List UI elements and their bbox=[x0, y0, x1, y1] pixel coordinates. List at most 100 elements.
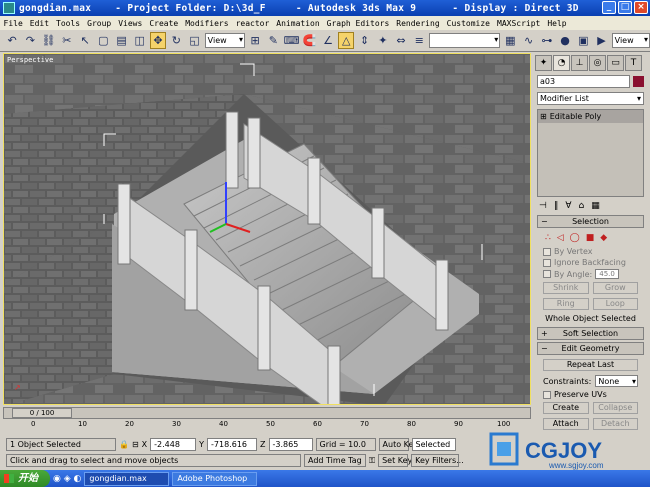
pivot-icon[interactable]: ⊞ bbox=[247, 32, 263, 49]
stack-item-editable-poly[interactable]: ⊞ Editable Poly bbox=[538, 110, 643, 123]
angle-snap-icon[interactable]: ∠ bbox=[320, 32, 336, 49]
add-time-tag-button[interactable]: Add Time Tag bbox=[304, 454, 366, 467]
window-crossing-icon[interactable]: ◫ bbox=[132, 32, 148, 49]
menu-help[interactable]: Help bbox=[544, 19, 570, 28]
mirror-icon[interactable]: ⇔ bbox=[393, 32, 409, 49]
menu-group[interactable]: Group bbox=[84, 19, 115, 28]
angle-value-field[interactable]: 45.0 bbox=[595, 269, 619, 279]
key-icon[interactable]: ⚿ bbox=[369, 456, 375, 466]
by-angle-checkbox[interactable] bbox=[543, 270, 551, 278]
z-coordinate-field[interactable]: -3.865 bbox=[268, 438, 313, 451]
selection-rollout-header[interactable]: − Selection bbox=[537, 215, 644, 228]
menu-tools[interactable]: Tools bbox=[53, 19, 84, 28]
menu-customize[interactable]: Customize bbox=[443, 19, 493, 28]
select-region-icon[interactable]: ▢ bbox=[95, 32, 111, 49]
unlink-icon[interactable]: ✂ bbox=[59, 32, 75, 49]
loop-button[interactable]: Loop bbox=[592, 298, 638, 310]
menu-maxscript[interactable]: MAXScript bbox=[494, 19, 544, 28]
motion-tab-icon[interactable]: ◎ bbox=[589, 55, 606, 71]
display-tab-icon[interactable]: ▭ bbox=[607, 55, 624, 71]
menu-create[interactable]: Create bbox=[146, 19, 182, 28]
grow-button[interactable]: Grow bbox=[592, 282, 638, 294]
snap-icon[interactable]: 🧲 bbox=[302, 32, 318, 49]
align-icon[interactable]: ≡ bbox=[411, 32, 427, 49]
reference-coordinate-select[interactable]: View bbox=[204, 33, 245, 48]
by-vertex-checkbox[interactable] bbox=[543, 247, 551, 256]
expand-icon[interactable]: ⊞ bbox=[540, 112, 547, 121]
modify-tab-icon[interactable]: ◔ bbox=[553, 55, 570, 71]
time-slider-track[interactable]: 0 / 100 bbox=[3, 407, 531, 419]
render-frame-icon[interactable]: ▶ bbox=[593, 32, 609, 49]
menu-rendering[interactable]: Rendering bbox=[393, 19, 443, 28]
modifier-list-dropdown[interactable]: Modifier List bbox=[537, 92, 644, 105]
track-bar[interactable]: 0 10 20 30 40 50 60 70 80 90 100 bbox=[3, 420, 531, 430]
quick-launch-icons[interactable]: ◉ ◈ ◐ bbox=[53, 474, 81, 484]
schematic-view-icon[interactable]: ⊶ bbox=[539, 32, 555, 49]
spinner-snap-icon[interactable]: ⇕ bbox=[356, 32, 372, 49]
time-slider[interactable]: 0 / 100 bbox=[12, 408, 72, 418]
menu-reactor[interactable]: reactor bbox=[232, 19, 273, 28]
pin-stack-icon[interactable]: ⊣ bbox=[539, 201, 547, 211]
configure-sets-icon[interactable]: ▦ bbox=[591, 201, 600, 211]
preserve-uvs-checkbox[interactable] bbox=[543, 390, 551, 399]
create-button[interactable]: Create bbox=[543, 402, 589, 414]
detach-button[interactable]: Detach bbox=[592, 418, 638, 430]
polygon-icon[interactable]: ■ bbox=[586, 233, 595, 243]
auto-key-button[interactable]: Auto Key bbox=[378, 438, 418, 451]
ring-button[interactable]: Ring bbox=[543, 298, 589, 310]
curve-editor-icon[interactable]: ∿ bbox=[520, 32, 536, 49]
constraints-select[interactable]: None bbox=[595, 375, 638, 387]
manipulate-icon[interactable]: ✎ bbox=[265, 32, 281, 49]
object-name-field[interactable]: a03 bbox=[537, 75, 630, 88]
ignore-backfacing-checkbox[interactable] bbox=[543, 258, 551, 267]
edit-named-selection-icon[interactable]: ✦ bbox=[375, 32, 391, 49]
render-type-select[interactable]: View bbox=[611, 33, 650, 48]
remove-modifier-icon[interactable]: ⌂ bbox=[579, 201, 585, 211]
redo-icon[interactable]: ↷ bbox=[22, 32, 38, 49]
menu-views[interactable]: Views bbox=[115, 19, 146, 28]
shrink-button[interactable]: Shrink bbox=[543, 282, 589, 294]
undo-icon[interactable]: ↶ bbox=[4, 32, 20, 49]
layer-manager-icon[interactable]: ▦ bbox=[502, 32, 518, 49]
soft-selection-rollout-header[interactable]: + Soft Selection bbox=[537, 327, 644, 340]
key-mode-select[interactable]: Selected bbox=[411, 438, 456, 451]
perspective-viewport[interactable]: Perspective ↗ bbox=[3, 53, 531, 405]
scale-icon[interactable]: ◱ bbox=[186, 32, 202, 49]
border-icon[interactable]: ◯ bbox=[570, 233, 580, 243]
lock-selection-icon[interactable]: 🔒 bbox=[119, 440, 129, 449]
vertex-icon[interactable]: ∴ bbox=[545, 233, 551, 243]
edge-icon[interactable]: ◁ bbox=[557, 233, 564, 243]
maximize-button[interactable]: □ bbox=[618, 1, 632, 14]
menu-animation[interactable]: Animation bbox=[273, 19, 323, 28]
start-button[interactable]: 开始 bbox=[0, 470, 50, 487]
viewport-label[interactable]: Perspective bbox=[7, 56, 53, 64]
attach-button[interactable]: Attach bbox=[543, 418, 589, 430]
show-end-result-icon[interactable]: ‖ bbox=[554, 201, 559, 211]
object-color-swatch[interactable] bbox=[633, 76, 644, 87]
select-by-name-icon[interactable]: ▤ bbox=[113, 32, 129, 49]
minimize-button[interactable]: _ bbox=[602, 1, 616, 14]
utilities-tab-icon[interactable]: T bbox=[625, 55, 642, 71]
edit-geometry-rollout-header[interactable]: − Edit Geometry bbox=[537, 342, 644, 355]
select-object-icon[interactable]: ↖ bbox=[77, 32, 93, 49]
menu-graph-editors[interactable]: Graph Editors bbox=[323, 19, 393, 28]
absolute-mode-icon[interactable]: ⊟ bbox=[132, 440, 139, 449]
taskbar-item-3dsmax[interactable]: gongdian.max bbox=[84, 471, 170, 486]
element-icon[interactable]: ◆ bbox=[600, 233, 607, 243]
percent-snap-icon[interactable]: △ bbox=[338, 32, 355, 49]
create-tab-icon[interactable]: ✦ bbox=[535, 55, 552, 71]
make-unique-icon[interactable]: ∀ bbox=[565, 201, 571, 211]
rotate-icon[interactable]: ↻ bbox=[168, 32, 184, 49]
x-coordinate-field[interactable]: -2.448 bbox=[150, 438, 197, 451]
move-icon[interactable]: ✥ bbox=[149, 32, 167, 49]
repeat-last-button[interactable]: Repeat Last bbox=[543, 359, 638, 371]
collapse-button[interactable]: Collapse bbox=[592, 402, 638, 414]
named-selection-set-select[interactable] bbox=[429, 33, 501, 48]
key-filters-button[interactable]: Key Filters... bbox=[411, 454, 464, 467]
y-coordinate-field[interactable]: -718.616 bbox=[207, 438, 258, 451]
render-setup-icon[interactable]: ▣ bbox=[575, 32, 591, 49]
link-icon[interactable]: ⛓ bbox=[40, 32, 56, 49]
set-key-button[interactable]: Set Key bbox=[378, 454, 412, 467]
keyboard-shortcut-icon[interactable]: ⌨ bbox=[283, 32, 300, 49]
taskbar-item-photoshop[interactable]: Adobe Photoshop bbox=[172, 471, 258, 486]
